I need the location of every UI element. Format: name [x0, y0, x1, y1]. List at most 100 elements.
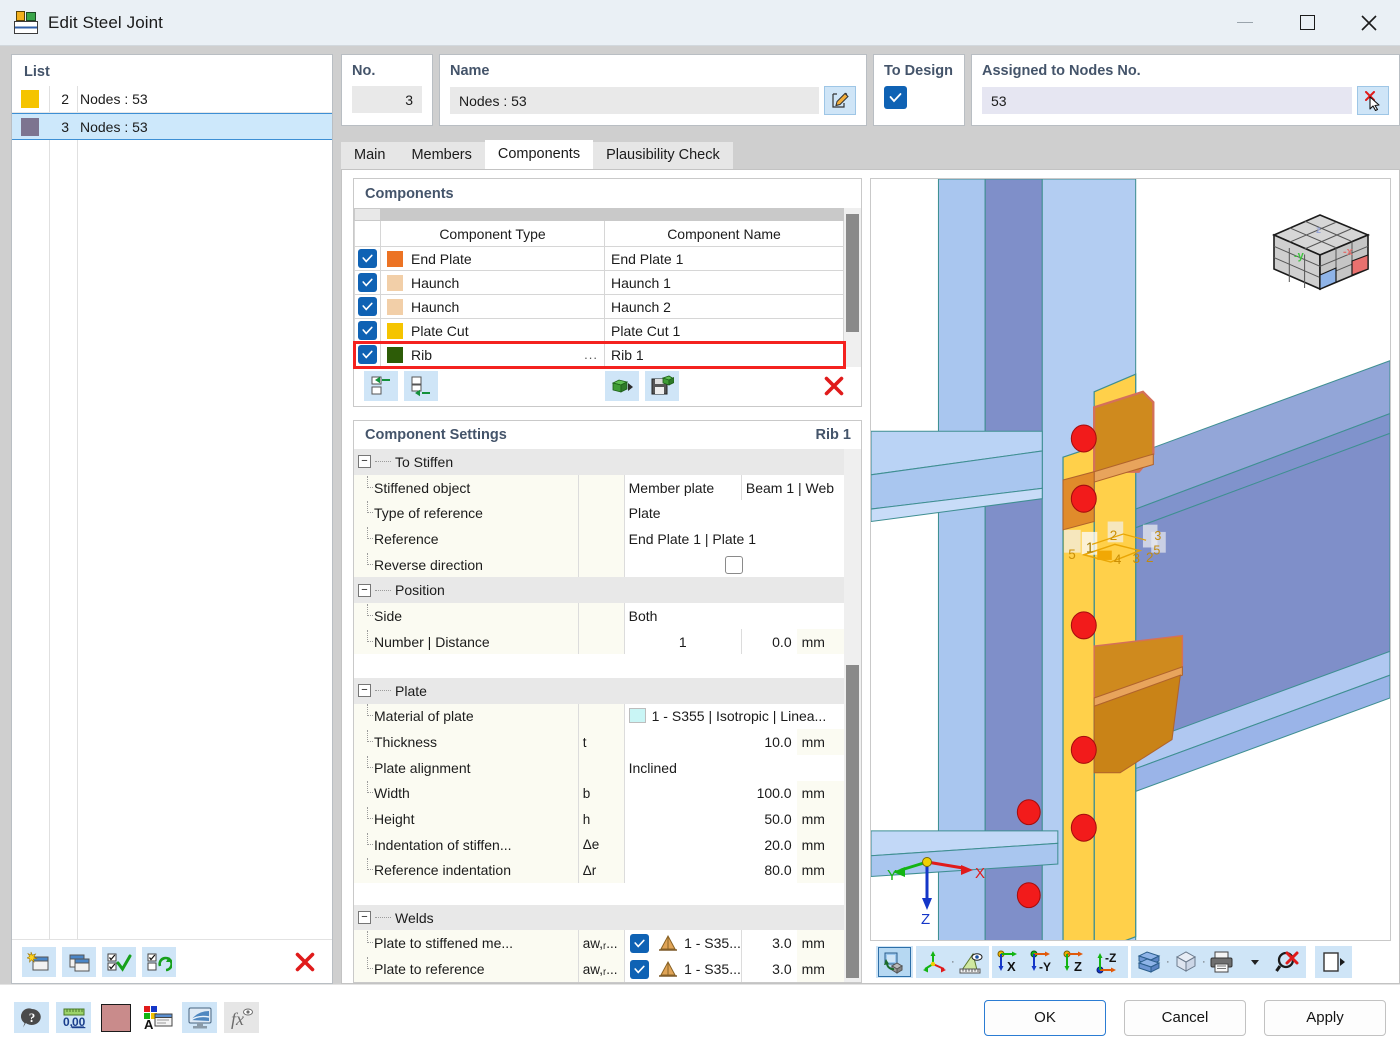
settings-row-value[interactable]: 20.0 [623, 831, 797, 858]
settings-row[interactable]: Plate to reference aw,ᵣ... 1 - S35... 3.… [354, 956, 845, 982]
settings-row[interactable]: Indentation of stiffen... Δe 20.0 mm [354, 831, 845, 858]
pick-nodes-button[interactable] [1357, 86, 1389, 115]
settings-row-value2[interactable]: 3.0 [740, 956, 797, 982]
expand-view-button[interactable] [1317, 947, 1350, 977]
table-row[interactable]: Haunch Haunch 2 [354, 294, 844, 319]
name-edit-button[interactable] [824, 86, 856, 115]
settings-scrollbar-thumb[interactable] [846, 665, 859, 978]
settings-row-value[interactable]: Both [623, 603, 845, 629]
settings-row-value2[interactable]: Beam 1 | Web [740, 474, 845, 501]
table-row[interactable]: Plate Cut Plate Cut 1 [354, 318, 844, 343]
row-checkbox[interactable] [358, 297, 377, 316]
settings-row[interactable]: Side Both [354, 603, 845, 629]
collapse-icon[interactable]: − [358, 911, 371, 924]
view-in-z-button[interactable]: Z [1060, 947, 1093, 977]
view-cube[interactable]: -y -x z [1270, 193, 1372, 293]
color-button[interactable] [98, 1002, 133, 1033]
joint-no-input[interactable]: 3 [352, 86, 422, 113]
components-scrollbar-thumb[interactable] [846, 214, 859, 332]
shading-button[interactable] [1133, 947, 1166, 977]
settings-row-value2[interactable]: 3.0 [740, 930, 797, 957]
print-dropdown-button[interactable] [1238, 947, 1271, 977]
settings-row[interactable]: Reference indentation Δr 80.0 mm [354, 857, 845, 884]
wireframe-button[interactable] [1169, 947, 1202, 977]
cancel-button[interactable]: Cancel [1124, 999, 1246, 1036]
settings-row[interactable]: Height h 50.0 mm [354, 806, 845, 832]
collapse-icon[interactable]: − [358, 583, 371, 597]
save-component-button[interactable] [645, 371, 679, 401]
measure-button[interactable] [954, 947, 987, 977]
row-checkbox[interactable] [358, 345, 377, 364]
table-row[interactable]: Rib... Rib 1 [352, 340, 846, 369]
table-row[interactable]: End Plate End Plate 1 [354, 246, 844, 271]
settings-section-header[interactable]: − Plate [354, 677, 845, 704]
settings-row[interactable]: Plate alignment Inclined [354, 754, 845, 781]
help-button[interactable]: ? [14, 1002, 49, 1033]
units-button[interactable]: 0, 00 [56, 1002, 91, 1033]
settings-row-value[interactable]: 1 - S35... [684, 961, 741, 977]
copy-joint-button[interactable] [62, 946, 96, 977]
delete-component-button[interactable] [817, 371, 851, 401]
settings-row[interactable]: Type of reference Plate [354, 500, 845, 527]
display-properties-button[interactable]: A [140, 1002, 175, 1033]
settings-row[interactable]: Width b 100.0 mm [354, 780, 845, 807]
collapse-icon[interactable]: − [358, 455, 371, 469]
to-design-checkbox[interactable] [884, 86, 907, 109]
move-component-down-button[interactable] [404, 371, 438, 401]
settings-row-value[interactable]: 10.0 [623, 729, 797, 755]
close-button[interactable] [1338, 0, 1400, 46]
assigned-nodes-input[interactable]: 53 [982, 87, 1352, 114]
list-item[interactable]: 3 Nodes : 53 [12, 113, 332, 140]
component-type-ellipsis-button[interactable]: ... [584, 347, 598, 362]
view-in-minus-z-button[interactable]: -Z [1093, 947, 1126, 977]
settings-row-value[interactable]: 80.0 [623, 857, 797, 884]
tab-main[interactable]: Main [341, 142, 399, 169]
view-settings-button[interactable] [182, 1002, 217, 1033]
settings-section-header[interactable]: − To Stiffen [354, 449, 845, 475]
apply-button[interactable]: Apply [1264, 999, 1386, 1036]
reverse-direction-checkbox[interactable] [725, 555, 744, 574]
settings-row[interactable]: Reference End Plate 1 | Plate 1 [354, 526, 845, 552]
settings-row-value[interactable]: Plate [623, 500, 845, 527]
settings-scrollbar[interactable] [844, 449, 861, 982]
collapse-icon[interactable]: − [358, 684, 371, 698]
tab-members[interactable]: Members [398, 142, 485, 169]
settings-row[interactable]: Thickness t 10.0 mm [354, 729, 845, 755]
settings-section-header[interactable]: − Position [354, 577, 845, 604]
print-button[interactable] [1205, 947, 1238, 977]
select-all-button[interactable] [102, 946, 136, 977]
move-component-up-button[interactable] [364, 371, 398, 401]
components-scrollbar[interactable] [844, 208, 861, 367]
formula-button[interactable]: fx [224, 1002, 259, 1033]
delete-joint-button[interactable] [288, 947, 322, 977]
axis-view-button[interactable] [918, 947, 951, 977]
row-checkbox[interactable] [358, 273, 377, 292]
settings-row-value[interactable]: 100.0 [623, 780, 797, 807]
settings-row[interactable]: Reverse direction [354, 551, 845, 578]
settings-row[interactable]: Stiffened object Member plate Beam 1 | W… [354, 474, 845, 501]
row-checkbox[interactable] [358, 321, 377, 340]
joint-name-input[interactable]: Nodes : 53 [450, 87, 819, 114]
invert-selection-button[interactable] [142, 946, 176, 977]
settings-row-value[interactable]: Inclined [623, 754, 845, 781]
settings-row-value[interactable]: 1 - S355 | Isotropic | Linea... [652, 708, 827, 724]
tab-plausibility-check[interactable]: Plausibility Check [593, 142, 733, 169]
settings-row[interactable]: Number | Distance 1 0.0 mm [354, 628, 845, 655]
settings-row[interactable]: Material of plate 1 - S355 | Isotropic |… [354, 703, 845, 730]
view-in-x-button[interactable]: X [994, 947, 1027, 977]
settings-row-number[interactable]: 1 [623, 628, 742, 655]
list-item[interactable]: 2 Nodes : 53 [12, 86, 332, 113]
settings-row[interactable]: Plate to stiffened me... aw,ᵣ... 1 - S35… [354, 930, 845, 957]
new-joint-button[interactable] [22, 946, 56, 977]
reset-zoom-button[interactable] [1271, 947, 1304, 977]
import-component-button[interactable] [605, 371, 639, 401]
settings-row-value[interactable]: 50.0 [623, 806, 797, 832]
maximize-button[interactable] [1276, 0, 1338, 46]
settings-row-value[interactable]: End Plate 1 | Plate 1 [623, 526, 845, 552]
table-row[interactable]: Haunch Haunch 1 [354, 270, 844, 295]
view-in-minus-y-button[interactable]: -Y [1027, 947, 1060, 977]
settings-row-distance[interactable]: 0.0 [740, 628, 797, 655]
weld-enabled-checkbox[interactable] [630, 933, 650, 953]
weld-enabled-checkbox[interactable] [630, 959, 650, 979]
row-checkbox[interactable] [358, 249, 377, 268]
